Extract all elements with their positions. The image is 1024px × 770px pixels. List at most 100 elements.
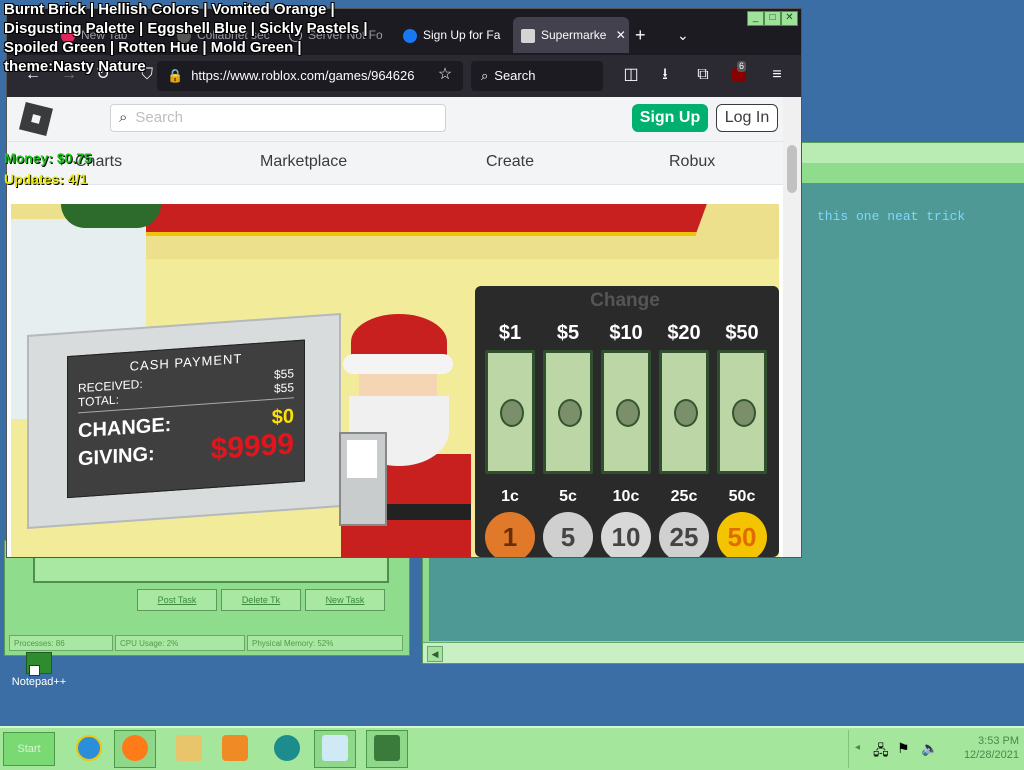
bill-label-20: $20 [667, 322, 701, 344]
bill-label-5: $5 [556, 322, 580, 344]
coin-label-25c: 25c [670, 488, 698, 505]
game-viewport[interactable]: CASH PAYMENT RECEIVED: $55 TOTAL: $55 CH… [11, 204, 779, 557]
christmas-garland [61, 204, 161, 228]
pocket-icon[interactable]: ◫ [619, 63, 643, 87]
taskbar: Start ◂ 🖧 ⚑ 🔈 3:53 PM 12/28/2021 [0, 726, 1024, 770]
menu-icon[interactable]: ≡ [765, 63, 789, 87]
show-hidden-icons-icon[interactable]: ◂ [855, 742, 860, 753]
extension-badge: 6 [737, 61, 747, 72]
firefox-taskbar-icon[interactable] [114, 730, 156, 768]
extensions-icon[interactable]: ⧉ [691, 63, 715, 87]
clock[interactable]: 3:53 PM 12/28/2021 [964, 734, 1019, 762]
bill-label-50: $50 [725, 322, 759, 344]
theme-line-4: theme:Nasty Nature [4, 58, 146, 75]
updates-counter: Updates: 4/1 [4, 171, 88, 187]
coin-label-1c: 1c [501, 488, 519, 505]
page-scrollbar[interactable] [783, 97, 801, 557]
new-task-button[interactable]: New Task [305, 589, 385, 611]
editor-horizontal-scrollbar[interactable]: ◀ [423, 642, 1024, 663]
bill-label-1: $1 [498, 322, 522, 344]
bill-1-button[interactable] [485, 350, 535, 474]
close-window-button[interactable]: ✕ [781, 11, 798, 26]
maximize-window-button[interactable]: □ [764, 11, 781, 26]
total-value: $55 [273, 380, 294, 396]
roblox-logo-icon[interactable] [19, 102, 53, 136]
theme-overlay: Burnt Brick | Hellish Colors | Vomited O… [4, 0, 368, 76]
search-icon: ⌕ [481, 68, 489, 83]
clock-date: 12/28/2021 [963, 749, 1019, 761]
status-processes: Processes: 86 [9, 635, 113, 651]
coin-25c-button[interactable]: 25 [659, 512, 709, 557]
card-terminal [339, 432, 387, 526]
log-in-button[interactable]: Log In [716, 104, 778, 132]
bill-20-button[interactable] [659, 350, 709, 474]
action-center-flag-icon[interactable]: ⚑ [897, 740, 910, 757]
change-panel: Change $1 $5 $10 $20 $50 1c 5c 10c 25c 5… [475, 286, 779, 557]
tab-label: Sign Up for Fa [423, 28, 501, 42]
new-tab-button[interactable]: + [635, 17, 659, 53]
bill-10-button[interactable] [601, 350, 651, 474]
total-label: TOTAL: [78, 392, 119, 410]
cash-payment-screen: CASH PAYMENT RECEIVED: $55 TOTAL: $55 CH… [67, 339, 305, 499]
ceiling-trim [95, 204, 707, 236]
bill-5-button[interactable] [543, 350, 593, 474]
post-task-button[interactable]: Post Task [137, 589, 217, 611]
nav-marketplace[interactable]: Marketplace [260, 153, 347, 171]
page-scrollbar-thumb[interactable] [787, 145, 797, 193]
coin-5c-button[interactable]: 5 [543, 512, 593, 557]
giving-label: GIVING: [78, 443, 155, 471]
status-memory: Physical Memory: 52% [247, 635, 403, 651]
sign-up-button[interactable]: Sign Up [632, 104, 708, 132]
notepad-taskbar-icon[interactable] [314, 730, 356, 768]
bill-label-10: $10 [609, 322, 643, 344]
system-tray: ◂ 🖧 ⚑ 🔈 3:53 PM 12/28/2021 [848, 730, 1024, 768]
clock-time: 3:53 PM [978, 735, 1019, 747]
network-icon[interactable]: 🖧 [873, 740, 889, 764]
nav-create[interactable]: Create [486, 153, 534, 171]
chat-app-icon[interactable] [266, 730, 308, 768]
search-bar[interactable]: ⌕ Search [471, 61, 603, 91]
tab-supermarket-active[interactable]: Supermarke ✕ [513, 17, 629, 53]
giving-value: $9999 [210, 427, 294, 467]
theme-line-2: Disgusting Palette | Eggshell Blue | Sic… [4, 20, 368, 37]
change-panel-title: Change [590, 290, 660, 311]
file-explorer-icon[interactable] [168, 730, 210, 768]
santa-hat-brim [343, 354, 453, 374]
media-player-icon[interactable] [214, 730, 256, 768]
register-monitor: CASH PAYMENT RECEIVED: $55 TOTAL: $55 CH… [27, 313, 341, 529]
roblox-search-input[interactable]: ⌕ Search [110, 104, 446, 132]
start-button[interactable]: Start [3, 732, 55, 766]
theme-line-1: Burnt Brick | Hellish Colors | Vomited O… [4, 1, 335, 18]
internet-explorer-icon[interactable] [68, 730, 110, 768]
coin-50c-button[interactable]: 50 [717, 512, 767, 557]
coin-1c-button[interactable]: 1 [485, 512, 535, 557]
scroll-left-icon[interactable]: ◀ [427, 646, 443, 662]
search-placeholder: Search [135, 109, 183, 126]
editor-text: this one neat trick [817, 209, 966, 224]
minimize-window-button[interactable]: _ [747, 11, 764, 26]
downloads-icon[interactable]: ⭳ [653, 63, 677, 87]
desktop-icon-label: Notepad++ [11, 676, 67, 688]
nav-robux[interactable]: Robux [669, 153, 715, 171]
facebook-icon [403, 28, 417, 43]
task-manager-taskbar-icon[interactable] [366, 730, 408, 768]
volume-muted-icon[interactable]: 🔈 [921, 740, 938, 757]
list-tabs-icon[interactable]: ⌄ [677, 17, 701, 53]
close-tab-icon[interactable]: ✕ [616, 28, 626, 42]
bill-50-button[interactable] [717, 350, 767, 474]
coin-10c-button[interactable]: 10 [601, 512, 651, 557]
tab-label: Supermarke [541, 28, 607, 42]
coin-label-10c: 10c [612, 488, 640, 505]
tab-facebook-signup[interactable]: Sign Up for Fa [403, 17, 513, 53]
roblox-page: ⌕ Search Sign Up Log In Charts Marketplac… [7, 97, 783, 557]
bookmark-star-icon[interactable]: ☆ [433, 63, 457, 87]
firefox-window[interactable]: New Tab Collabnet sec Server Not Fo Sign… [6, 8, 802, 558]
search-icon: ⌕ [119, 109, 128, 126]
received-value: $55 [273, 366, 294, 382]
start-label: Start [17, 743, 41, 755]
desktop-icon-notepadpp[interactable]: Notepad++ [8, 652, 70, 692]
coin-label-5c: 5c [559, 488, 577, 505]
ublock-icon[interactable]: 6 [727, 61, 751, 87]
roblox-favicon-icon [521, 28, 535, 43]
delete-task-button[interactable]: Delete Tk [221, 589, 301, 611]
